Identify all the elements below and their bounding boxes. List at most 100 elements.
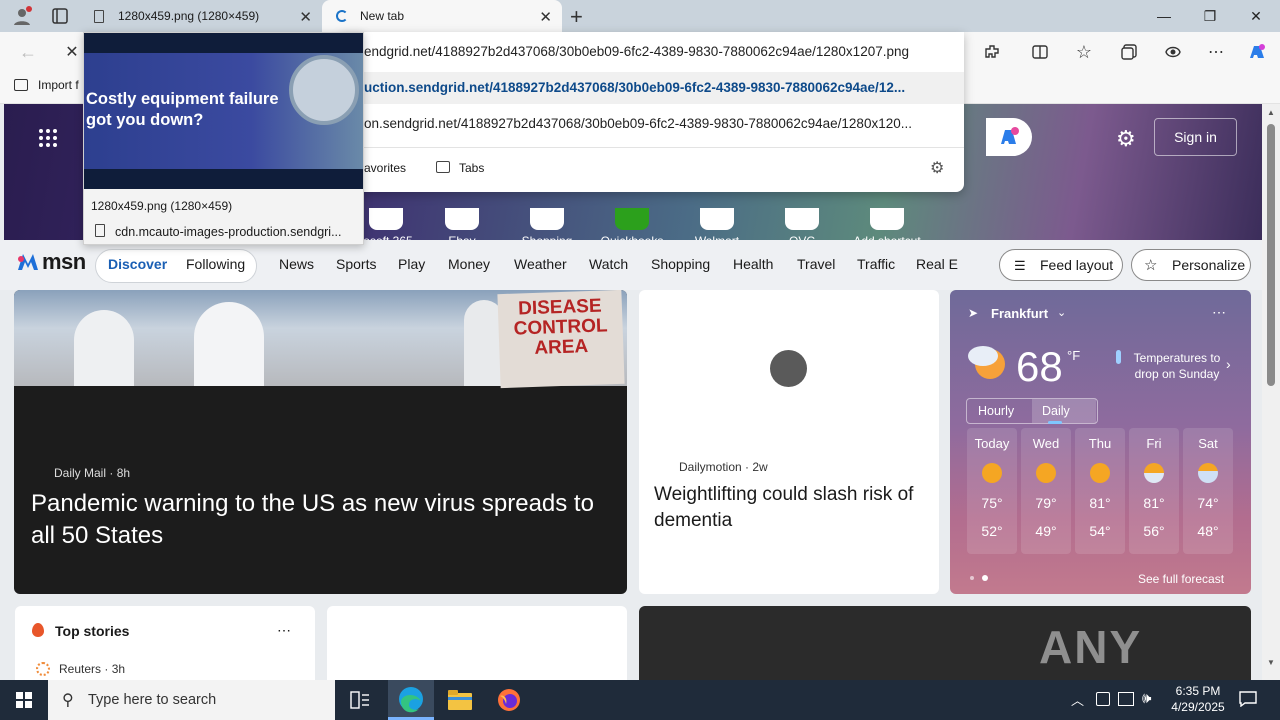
- forecast-day[interactable]: Sat 74° 48°: [1183, 428, 1233, 554]
- hourly-toggle[interactable]: Hourly: [978, 404, 1014, 418]
- story-title[interactable]: Weightlifting could slash risk of dement…: [654, 482, 929, 534]
- stop-icon[interactable]: ✕: [60, 40, 84, 64]
- nav-news[interactable]: News: [279, 256, 314, 272]
- page-icon: [94, 9, 104, 23]
- nav-traffic[interactable]: Traffic: [857, 256, 895, 272]
- tab-label: 1280x459.png (1280×459): [118, 9, 260, 23]
- story-card[interactable]: Dailymotion · 2w Weightlifting could sla…: [639, 290, 939, 594]
- rain-cloud-icon: [1198, 463, 1218, 483]
- suggestion-row[interactable]: endgrid.net/4188927b2d437068/30b0eb09-6f…: [364, 44, 944, 59]
- sign-in-button[interactable]: Sign in: [1154, 118, 1237, 156]
- feed-layout-button[interactable]: ☰ Feed layout: [999, 249, 1123, 281]
- scroll-thumb[interactable]: [1267, 124, 1275, 386]
- story-title[interactable]: Pandemic warning to the US as new virus …: [31, 488, 621, 552]
- forecast-day[interactable]: Fri 81° 56°: [1129, 428, 1179, 554]
- profile-icon[interactable]: [12, 6, 32, 26]
- network-device-icon[interactable]: [1096, 692, 1110, 706]
- tab-actions-icon[interactable]: [52, 8, 68, 24]
- windows-start-icon[interactable]: [16, 692, 32, 708]
- weather-city[interactable]: Frankfurt: [991, 306, 1048, 321]
- main-story-card[interactable]: DISEASE CONTROL AREA Daily Mail · 8h Pan…: [14, 290, 627, 594]
- nav-weather[interactable]: Weather: [514, 256, 567, 272]
- close-tab-icon[interactable]: ✕: [539, 8, 552, 26]
- copilot-icon[interactable]: [1245, 40, 1269, 64]
- nav-travel[interactable]: Travel: [797, 256, 835, 272]
- personalize-button[interactable]: ☆ Personalize: [1131, 249, 1251, 281]
- settings-gear-icon[interactable]: ⚙: [1116, 126, 1136, 152]
- firefox-icon[interactable]: [497, 688, 521, 712]
- chevron-down-icon[interactable]: ⌄: [1057, 306, 1066, 319]
- msn-logo[interactable]: msn: [16, 249, 86, 275]
- temp-unit[interactable]: °F: [1067, 348, 1080, 363]
- shortcut-tile: [615, 208, 649, 230]
- loading-dot: [770, 350, 807, 387]
- tab-discover[interactable]: Discover: [108, 256, 167, 272]
- browser-essentials-icon[interactable]: [1161, 40, 1185, 64]
- extensions-icon[interactable]: [980, 40, 1004, 64]
- worker-figure: [74, 310, 134, 386]
- page-scrollbar[interactable]: ▲ ▼: [1262, 104, 1280, 680]
- volume-icon[interactable]: 🕪: [1142, 690, 1151, 707]
- tab-following[interactable]: Following: [186, 256, 245, 272]
- sunny-icon: [982, 463, 1002, 483]
- clock[interactable]: 6:35 PM 4/29/2025: [1166, 683, 1230, 715]
- weather-card[interactable]: ➤ Frankfurt ⌄ ⋯ 68 °F Temperatures to dr…: [950, 290, 1251, 594]
- favorites-scope[interactable]: avorites: [364, 161, 406, 175]
- more-icon[interactable]: ⋯: [1204, 40, 1228, 64]
- suggestion-row[interactable]: on.sendgrid.net/4188927b2d437068/30b0eb0…: [364, 116, 944, 131]
- preview-thumbnail: Costly equipment failure got you down?: [84, 33, 363, 189]
- shortcut-tile: [445, 208, 479, 230]
- minimize-button[interactable]: —: [1141, 0, 1187, 32]
- import-favorites[interactable]: Import f: [14, 78, 79, 92]
- apps-launcher-icon[interactable]: [38, 128, 58, 148]
- video-card[interactable]: ANY RUN: [639, 606, 1251, 680]
- tab-image[interactable]: 1280x459.png (1280×459) ✕: [84, 0, 322, 32]
- nav-real-estate[interactable]: Real E: [916, 256, 958, 272]
- nav-play[interactable]: Play: [398, 256, 425, 272]
- import-icon: [14, 79, 28, 91]
- favorites-icon[interactable]: ☆: [1072, 40, 1096, 64]
- chevron-right-icon[interactable]: ›: [1226, 356, 1231, 372]
- forecast-day[interactable]: Thu 81° 54°: [1075, 428, 1125, 554]
- close-window-button[interactable]: ✕: [1233, 0, 1279, 32]
- split-screen-icon[interactable]: [1028, 40, 1052, 64]
- gauge-icon: [289, 55, 359, 125]
- notifications-icon[interactable]: [1239, 691, 1257, 707]
- nav-sports[interactable]: Sports: [336, 256, 376, 272]
- story-source: Dailymotion · 2w: [679, 460, 768, 474]
- collections-icon[interactable]: [1117, 40, 1141, 64]
- tab-new-tab[interactable]: New tab ✕: [322, 0, 562, 32]
- close-tab-icon[interactable]: ✕: [299, 8, 312, 26]
- more-options-icon[interactable]: ⋯: [1212, 304, 1226, 321]
- scroll-down-arrow[interactable]: ▼: [1267, 658, 1275, 667]
- suggestion-row-selected[interactable]: uction.sendgrid.net/4188927b2d437068/30b…: [364, 80, 944, 95]
- nav-money[interactable]: Money: [448, 256, 490, 272]
- page-dot[interactable]: [970, 576, 974, 580]
- story-card[interactable]: [327, 606, 627, 680]
- restore-button[interactable]: ❐: [1187, 0, 1233, 32]
- gear-icon[interactable]: ⚙: [930, 158, 944, 178]
- page-dot[interactable]: [982, 575, 988, 581]
- task-view-icon[interactable]: [350, 691, 370, 709]
- forecast-day[interactable]: Wed 79° 49°: [1021, 428, 1071, 554]
- sunny-icon: [1090, 463, 1110, 483]
- divider: [340, 147, 964, 148]
- taskbar-search-box[interactable]: ⚲ Type here to search: [48, 680, 335, 720]
- more-options-icon[interactable]: ⋯: [277, 622, 291, 639]
- scroll-up-arrow[interactable]: ▲: [1267, 108, 1275, 117]
- new-tab-button[interactable]: +: [570, 4, 583, 30]
- network-icon[interactable]: [1118, 692, 1134, 706]
- forecast-day[interactable]: Today 75° 52°: [967, 428, 1017, 554]
- see-full-forecast-link[interactable]: See full forecast: [1138, 572, 1224, 586]
- edge-taskbar-icon[interactable]: [388, 680, 434, 720]
- chevron-up-icon[interactable]: ︿: [1071, 690, 1084, 709]
- nav-shopping[interactable]: Shopping: [651, 256, 710, 272]
- nav-watch[interactable]: Watch: [589, 256, 628, 272]
- file-explorer-icon[interactable]: [448, 690, 472, 710]
- back-icon[interactable]: ←: [16, 40, 40, 64]
- tabs-scope[interactable]: Tabs: [459, 161, 484, 175]
- daily-toggle[interactable]: Daily: [1032, 399, 1096, 423]
- copilot-search-icon[interactable]: [986, 118, 1032, 156]
- weather-alert[interactable]: Temperatures to drop on Sunday: [1132, 350, 1222, 382]
- nav-health[interactable]: Health: [733, 256, 773, 272]
